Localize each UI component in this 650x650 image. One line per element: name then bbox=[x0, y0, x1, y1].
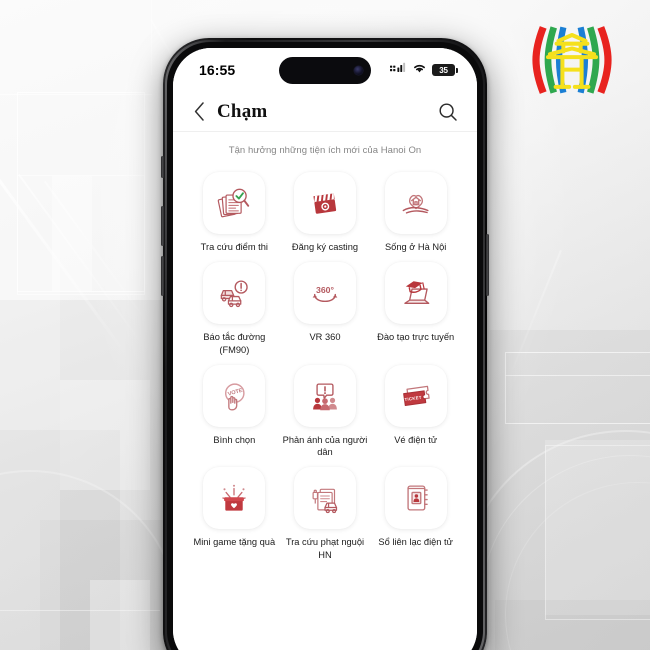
phone-screen: 16:55 35 Chạm Tận hưởng những tiện ích m… bbox=[173, 48, 477, 650]
grid-item-dang-ky-casting[interactable]: Đăng ký casting bbox=[280, 172, 371, 253]
grid-item-tra-cuu-diem-thi[interactable]: Tra cứu điểm thi bbox=[189, 172, 280, 253]
grid-item-label: Vé điện tử bbox=[394, 434, 438, 445]
people-speech-alert-icon bbox=[313, 383, 337, 411]
volume-down-button[interactable] bbox=[161, 256, 164, 296]
grid-item-tra-cuu-phat-nguoi-hn[interactable]: Tra cứu phạt nguội HN bbox=[280, 467, 371, 561]
tile-icon-wrap bbox=[293, 467, 356, 530]
content-subtitle: Tận hưởng những tiện ích mới của Hanoi O… bbox=[228, 145, 422, 156]
tile-icon-wrap: 360° bbox=[293, 262, 356, 325]
front-camera-icon bbox=[354, 66, 363, 75]
wifi-icon bbox=[412, 61, 427, 79]
traffic-fine-document-car-icon bbox=[312, 489, 338, 514]
tile-icon-wrap bbox=[384, 172, 447, 234]
page-title: Chạm bbox=[217, 100, 268, 122]
grid-item-label: Đăng ký casting bbox=[291, 242, 359, 252]
battery-indicator: 35 bbox=[432, 64, 458, 76]
grid-item-so-lien-lac-dien-tu[interactable]: Sổ liên lạc điện tử bbox=[370, 467, 461, 561]
grid-item-label: Sống ở Hà Nội bbox=[384, 242, 447, 252]
svg-text:360°: 360° bbox=[316, 285, 334, 295]
tile-icon-wrap bbox=[203, 262, 266, 325]
cellular-signal-icon bbox=[390, 61, 407, 79]
grid-item-vr-360[interactable]: 360° VR 360 bbox=[280, 262, 371, 356]
chevron-left-icon bbox=[194, 102, 204, 121]
grid-item-label: Tra cứu điểm thi bbox=[200, 242, 269, 252]
gift-box-sparkle-icon bbox=[222, 485, 247, 511]
back-button[interactable] bbox=[187, 98, 211, 126]
utility-grid: Tra cứu điểm thi Đăng ký casting Sống ở … bbox=[173, 172, 477, 561]
tile-icon-wrap: VOTE bbox=[203, 364, 266, 427]
status-clock: 16:55 bbox=[199, 62, 236, 78]
volume-up-button[interactable] bbox=[161, 206, 164, 246]
traffic-jam-alert-icon bbox=[221, 280, 249, 308]
grid-item-bao-tac-duong[interactable]: Báo tắc đường (FM90) bbox=[189, 262, 280, 356]
nav-bar: Chạm bbox=[173, 92, 477, 132]
search-icon bbox=[439, 102, 457, 121]
content-scroll-area[interactable]: Tận hưởng những tiện ích mới của Hanoi O… bbox=[173, 132, 477, 650]
documents-magnifier-check-icon bbox=[218, 188, 250, 218]
grid-item-label: Sổ liên lạc điện tử bbox=[378, 537, 453, 548]
grid-item-binh-chon[interactable]: VOTE Bình chọn bbox=[189, 364, 280, 459]
tile-icon-wrap bbox=[293, 364, 356, 427]
status-bar: 16:55 35 bbox=[173, 48, 477, 92]
grid-item-label: Bình chọn bbox=[213, 434, 256, 445]
vote-hand-tap-icon: VOTE bbox=[225, 383, 245, 411]
grid-item-label: VR 360 bbox=[309, 332, 341, 343]
clapperboard-camera-icon bbox=[313, 193, 337, 214]
screenshot-canvas: 16:55 35 Chạm Tận hưởng những tiện ích m… bbox=[0, 0, 650, 650]
tile-icon-wrap: TICKET bbox=[384, 364, 447, 427]
grid-item-label: Phản ánh của người dân bbox=[282, 434, 368, 458]
grid-item-ve-dien-tu[interactable]: TICKET Vé điện tử bbox=[370, 364, 461, 459]
grid-item-phan-anh-cua-nguoi-dan[interactable]: Phản ánh của người dân bbox=[280, 364, 371, 459]
grid-item-label: Đào tạo trực tuyến bbox=[377, 332, 455, 343]
hanoi-logo bbox=[524, 12, 620, 108]
tile-icon-wrap bbox=[203, 172, 266, 234]
tile-icon-wrap bbox=[384, 467, 447, 530]
status-indicators: 35 bbox=[390, 61, 458, 79]
tile-icon-wrap bbox=[203, 467, 266, 530]
tile-icon-wrap bbox=[384, 262, 447, 325]
silent-switch[interactable] bbox=[161, 156, 164, 178]
svg-text:VOTE: VOTE bbox=[228, 387, 244, 397]
phone-mockup: 16:55 35 Chạm Tận hưởng những tiện ích m… bbox=[161, 38, 489, 650]
tile-icon-wrap bbox=[293, 172, 356, 234]
grid-item-dao-tao-truc-tuyen[interactable]: Đào tạo trực tuyến bbox=[370, 262, 461, 356]
hand-heart-house-icon bbox=[402, 194, 429, 214]
grid-item-label: Báo tắc đường (FM90) bbox=[203, 332, 266, 355]
power-button[interactable] bbox=[486, 234, 489, 296]
grid-item-label: Mini game tặng quà bbox=[193, 537, 276, 548]
grid-item-mini-game-tang-qua[interactable]: Mini game tặng quà bbox=[189, 467, 280, 561]
vr-360-rotate-icon: 360° bbox=[312, 285, 338, 303]
ticket-icon: TICKET bbox=[402, 385, 430, 406]
search-button[interactable] bbox=[435, 99, 461, 125]
laptop-graduation-cap-icon bbox=[403, 281, 429, 305]
grid-item-label: Tra cứu phạt nguội HN bbox=[285, 537, 365, 560]
dynamic-island bbox=[279, 57, 371, 84]
grid-item-song-o-ha-noi[interactable]: Sống ở Hà Nội bbox=[370, 172, 461, 253]
contact-book-icon bbox=[407, 485, 428, 511]
